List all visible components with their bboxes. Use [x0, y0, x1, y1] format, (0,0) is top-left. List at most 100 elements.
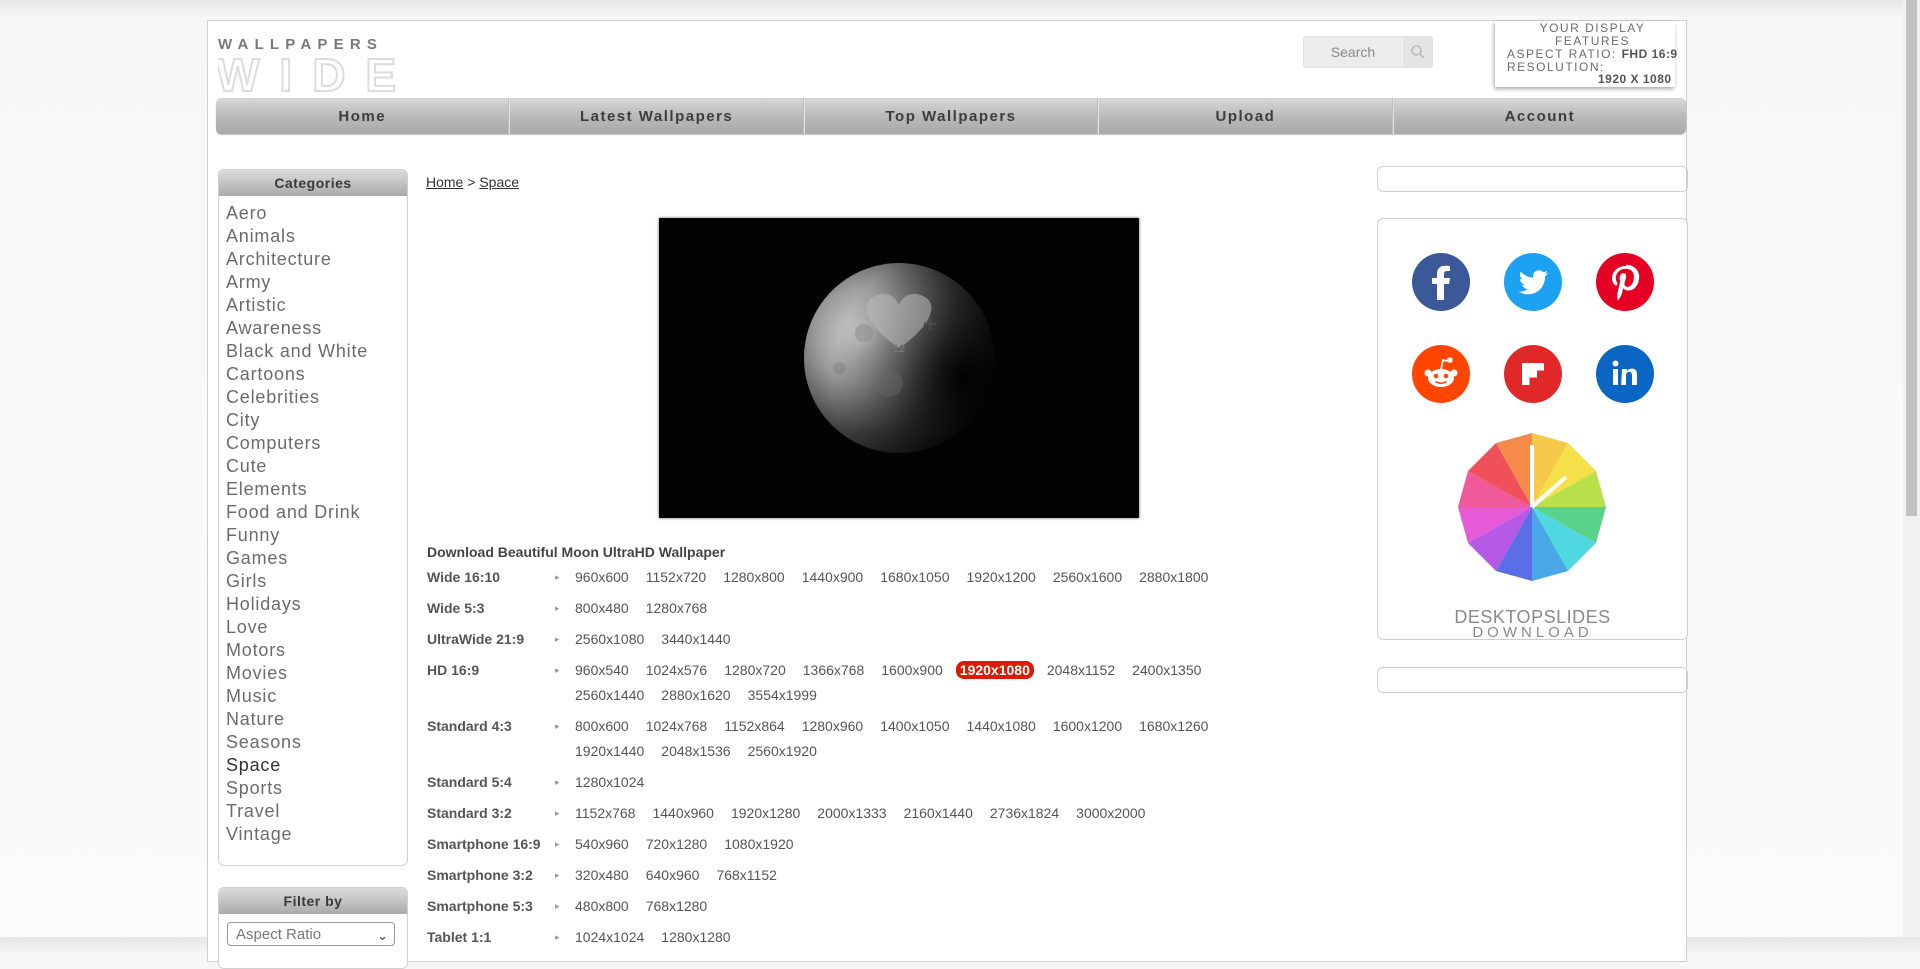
resolution-link[interactable]: 960x600	[575, 568, 629, 586]
resolution-link[interactable]: 3554x1999	[748, 686, 817, 704]
category-travel[interactable]: Travel	[226, 800, 407, 823]
resolution-link[interactable]: 1400x1050	[880, 717, 949, 735]
category-sports[interactable]: Sports	[226, 777, 407, 800]
search-input[interactable]	[1304, 38, 1402, 66]
resolution-link[interactable]: 1080x1920	[724, 835, 793, 853]
category-vintage[interactable]: Vintage	[226, 823, 407, 846]
resolution-link[interactable]: 640x960	[646, 866, 700, 884]
resolution-link[interactable]: 3440x1440	[661, 630, 730, 648]
resolution-link[interactable]: 1280x1024	[575, 773, 644, 791]
resolution-link[interactable]: 2048x1536	[661, 742, 730, 760]
resolution-link[interactable]: 1440x1080	[967, 717, 1036, 735]
category-seasons[interactable]: Seasons	[226, 731, 407, 754]
resolution-link[interactable]: 1024x768	[646, 717, 708, 735]
category-movies[interactable]: Movies	[226, 662, 407, 685]
resolution-link[interactable]: 1280x800	[723, 568, 785, 586]
category-cute[interactable]: Cute	[226, 455, 407, 478]
resolution-link[interactable]: 1152x720	[646, 568, 706, 586]
wallpaper-preview[interactable]: + 12	[659, 218, 1139, 518]
resolution-link[interactable]: 800x480	[575, 599, 629, 617]
category-space[interactable]: Space	[226, 754, 407, 777]
resolution-link[interactable]: 1152x864	[724, 717, 784, 735]
category-aero[interactable]: Aero	[226, 202, 407, 225]
resolution-link[interactable]: 720x1280	[646, 835, 708, 853]
twitter-share-button[interactable]	[1504, 253, 1562, 311]
category-music[interactable]: Music	[226, 685, 407, 708]
resolution-link[interactable]: 480x800	[575, 897, 629, 915]
linkedin-share-button[interactable]	[1596, 345, 1654, 403]
category-black-and-white[interactable]: Black and White	[226, 340, 407, 363]
resolution-link[interactable]: 1680x1050	[880, 568, 949, 586]
resolution-link[interactable]: 2560x1600	[1053, 568, 1122, 586]
reddit-share-button[interactable]	[1412, 345, 1470, 403]
resolution-link[interactable]: 1440x960	[652, 804, 714, 822]
category-games[interactable]: Games	[226, 547, 407, 570]
resolution-link[interactable]: 2560x1440	[575, 686, 644, 704]
resolution-link[interactable]: 2048x1152	[1047, 661, 1115, 679]
desktopslides-label[interactable]: DESKTOPSLIDES DOWNLOAD	[1378, 608, 1687, 641]
category-holidays[interactable]: Holidays	[226, 593, 407, 616]
facebook-share-button[interactable]	[1412, 253, 1470, 311]
resolution-link[interactable]: 1280x768	[646, 599, 708, 617]
category-architecture[interactable]: Architecture	[226, 248, 407, 271]
site-logo[interactable]: WALLPAPERS WIDE	[215, 33, 478, 102]
category-celebrities[interactable]: Celebrities	[226, 386, 407, 409]
resolution-link[interactable]: 2000x1333	[817, 804, 886, 822]
resolution-link[interactable]: 3000x2000	[1076, 804, 1145, 822]
resolution-link[interactable]: 1280x960	[802, 717, 864, 735]
pinterest-share-button[interactable]	[1596, 253, 1654, 311]
resolution-link[interactable]: 960x540	[575, 661, 629, 679]
resolution-link[interactable]: 320x480	[575, 866, 629, 884]
category-city[interactable]: City	[226, 409, 407, 432]
scrollbar-track[interactable]	[1903, 0, 1920, 937]
flipboard-share-button[interactable]	[1504, 345, 1562, 403]
category-computers[interactable]: Computers	[226, 432, 407, 455]
resolution-link[interactable]: 768x1280	[646, 897, 708, 915]
category-motors[interactable]: Motors	[226, 639, 407, 662]
category-artistic[interactable]: Artistic	[226, 294, 407, 317]
resolution-link[interactable]: 2560x1080	[575, 630, 644, 648]
breadcrumb-home[interactable]: Home	[426, 174, 463, 190]
resolution-link[interactable]: 1440x900	[802, 568, 864, 586]
resolution-link[interactable]: 800x600	[575, 717, 629, 735]
category-girls[interactable]: Girls	[226, 570, 407, 593]
search-button[interactable]	[1402, 37, 1432, 67]
resolution-link[interactable]: 2400x1350	[1132, 661, 1201, 679]
category-cartoons[interactable]: Cartoons	[226, 363, 407, 386]
resolution-link[interactable]: 1024x1024	[575, 928, 644, 946]
resolution-link[interactable]: 1920x1280	[731, 804, 800, 822]
breadcrumb-current[interactable]: Space	[479, 174, 519, 190]
resolution-link[interactable]: 768x1152	[716, 866, 776, 884]
category-funny[interactable]: Funny	[226, 524, 407, 547]
filter-select[interactable]: Aspect Ratio ⌄	[227, 922, 395, 946]
resolution-link[interactable]: 1600x900	[881, 661, 943, 679]
resolution-link[interactable]: 1366x768	[803, 661, 865, 679]
nav-account[interactable]: Account	[1392, 98, 1686, 134]
resolution-link[interactable]: 1152x768	[575, 804, 635, 822]
resolution-link[interactable]: 1920x1440	[575, 742, 644, 760]
category-nature[interactable]: Nature	[226, 708, 407, 731]
resolution-link[interactable]: 1920x1200	[967, 568, 1036, 586]
resolution-link[interactable]: 540x960	[575, 835, 629, 853]
category-animals[interactable]: Animals	[226, 225, 407, 248]
resolution-link[interactable]: 2560x1920	[748, 742, 817, 760]
resolution-link[interactable]: 1280x1280	[661, 928, 730, 946]
resolution-link[interactable]: 1600x1200	[1053, 717, 1122, 735]
resolution-link[interactable]: 1280x720	[724, 661, 786, 679]
category-awareness[interactable]: Awareness	[226, 317, 407, 340]
resolution-link[interactable]: 2880x1620	[661, 686, 730, 704]
category-food-and-drink[interactable]: Food and Drink	[226, 501, 407, 524]
scrollbar-thumb[interactable]	[1906, 0, 1917, 516]
category-elements[interactable]: Elements	[226, 478, 407, 501]
category-army[interactable]: Army	[226, 271, 407, 294]
resolution-link[interactable]: 2880x1800	[1139, 568, 1208, 586]
desktopslides-logo[interactable]	[1456, 431, 1608, 581]
nav-upload[interactable]: Upload	[1098, 98, 1393, 134]
nav-home[interactable]: Home	[216, 98, 510, 134]
resolution-link[interactable]: 2736x1824	[990, 804, 1059, 822]
resolution-link[interactable]: 1920x1080	[955, 661, 1034, 679]
resolution-link[interactable]: 1680x1260	[1139, 717, 1208, 735]
resolution-link[interactable]: 2160x1440	[904, 804, 973, 822]
resolution-link[interactable]: 1024x576	[646, 661, 708, 679]
nav-top-wallpapers[interactable]: Top Wallpapers	[803, 98, 1099, 134]
